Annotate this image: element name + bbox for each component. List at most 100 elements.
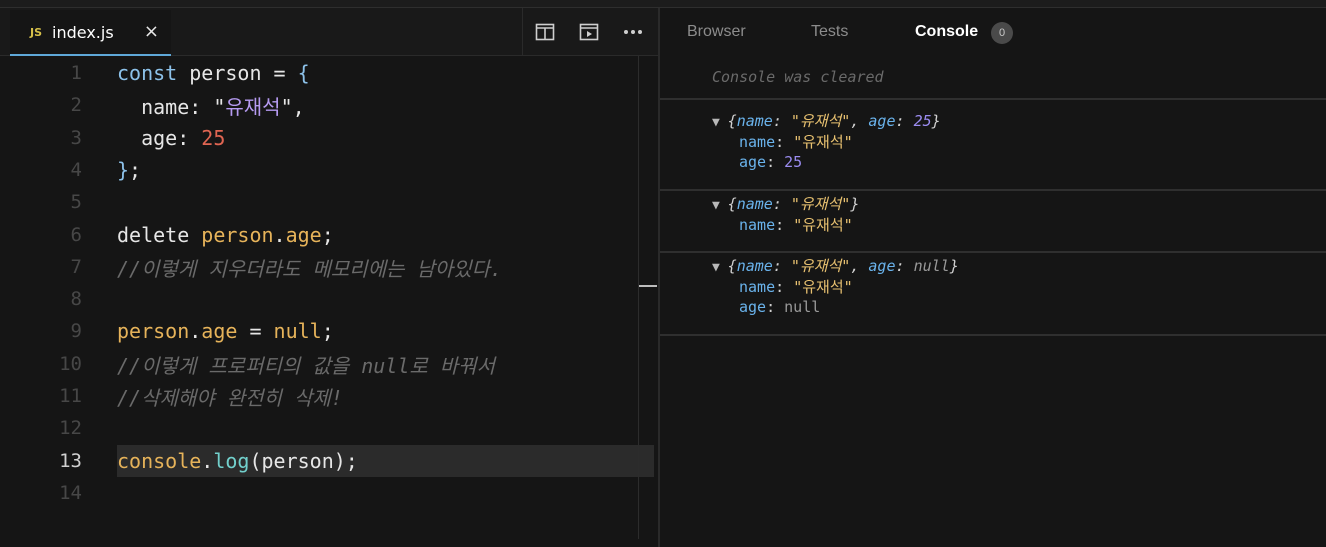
code-token: } [117, 158, 130, 182]
console-token: name [739, 216, 776, 234]
code-line[interactable]: 1 const person = { [0, 57, 656, 89]
console-token: : [775, 278, 794, 296]
code-token: //이렇게 지우더라도 메모리에는 남아있다. [117, 256, 503, 281]
code-line[interactable]: 12 [0, 412, 656, 444]
code-token: //삭제해야 완전히 삭제! [117, 385, 343, 410]
code-line[interactable]: 4}; [0, 154, 656, 186]
console-token: : [895, 257, 914, 275]
console-cleared-message: Console was cleared [712, 68, 884, 86]
code-line[interactable]: 6 delete person.age; [0, 219, 656, 251]
console-entry: ▼ {name: "유재석"} name: "유재석" [660, 191, 1326, 253]
console-token: null [784, 298, 821, 316]
expand-triangle-icon[interactable]: ▼ [712, 198, 728, 213]
code-token: person = [177, 61, 298, 85]
code-token: 유재석 [225, 94, 281, 119]
editor-actions [522, 8, 655, 56]
code-token: age [201, 319, 238, 343]
code-token: age: [117, 126, 202, 150]
expand-triangle-icon[interactable]: ▼ [712, 260, 728, 275]
console-entry-summary[interactable]: ▼ {name: "유재석"} [712, 193, 859, 214]
code-line[interactable]: 3 age: 25 [0, 122, 656, 154]
code-line[interactable]: 14 [0, 477, 656, 509]
console-entry-summary[interactable]: ▼ {name: "유재석", age: null} [712, 255, 959, 276]
code-line[interactable]: 9 person.age = null; [0, 315, 656, 347]
line-number: 11 [59, 385, 82, 407]
console-token: , [850, 257, 869, 275]
code-token: = [237, 319, 274, 343]
console-token: } [931, 112, 941, 130]
preview-icon[interactable] [567, 8, 611, 56]
code-line[interactable]: 11 //삭제해야 완전히 삭제! [0, 380, 656, 412]
console-token: : [766, 153, 785, 171]
code-token: null [273, 319, 322, 343]
line-number: 6 [70, 224, 82, 246]
code-token: name: [117, 94, 214, 119]
console-token: "유재석" [790, 195, 851, 213]
console-entry: ▼ {name: "유재석", age: null} name: "유재석" age… [660, 253, 1326, 336]
tab-filename: index.js [52, 22, 114, 42]
code-line[interactable]: 8 [0, 283, 656, 315]
console-token: } [949, 257, 959, 275]
console-token: : [772, 195, 791, 213]
code-line[interactable]: 10 //이렇게 프로퍼티의 값을 null로 바꿔서 [0, 348, 656, 380]
object-property-row: name: "유재석" [739, 276, 853, 297]
console-token: { [727, 112, 737, 130]
code-line[interactable]: 2 name: "유재석", [0, 89, 656, 121]
console-token: : [775, 133, 794, 151]
code-token: , [292, 94, 305, 119]
code-line[interactable]: 13 console.log(person); [0, 445, 656, 477]
console-entry-summary[interactable]: ▼ {name: "유재석", age: 25} [712, 110, 941, 131]
code-token: ; [321, 319, 334, 343]
object-property-row: age: null [739, 298, 820, 316]
console-token: name [736, 257, 773, 275]
line-number: 5 [70, 191, 82, 213]
code-text: person.age = null; [117, 319, 334, 343]
code-text: age: 25 [117, 126, 225, 150]
code-line[interactable]: 7 //이렇게 지우더라도 메모리에는 남아있다. [0, 251, 656, 283]
console-token: : [772, 257, 791, 275]
tab-console[interactable]: Console [915, 23, 978, 41]
code-token: " [213, 94, 226, 119]
console-token: name [739, 133, 776, 151]
close-tab-icon[interactable]: × [144, 22, 159, 42]
code-token: console [117, 449, 202, 473]
console-token: : [775, 216, 794, 234]
code-token: person [117, 319, 190, 343]
more-icon[interactable] [611, 8, 655, 56]
object-property-row: age: 25 [739, 153, 802, 171]
code-token: . [273, 223, 286, 247]
code-text: name: "유재석", [117, 91, 305, 120]
line-number: 14 [59, 482, 82, 504]
code-area[interactable]: 1 const person = {2 name: "유재석", 3 age: 25… [0, 57, 658, 547]
tab-index-js[interactable]: JS index.js × [10, 10, 171, 56]
console-separator [660, 98, 1326, 100]
line-number: 3 [70, 127, 82, 149]
tab-browser[interactable]: Browser [687, 23, 746, 41]
line-number: 4 [70, 159, 82, 181]
object-summary: {name: "유재석"} [728, 195, 860, 213]
line-number: 9 [70, 320, 82, 342]
editor-scrollbar-track[interactable] [638, 56, 639, 539]
line-number: 1 [70, 62, 82, 84]
line-number: 13 [59, 450, 82, 472]
console-token: "유재석" [793, 278, 853, 296]
code-token: (person); [249, 449, 358, 473]
console-token: "유재석" [793, 216, 853, 234]
console-token: , [850, 112, 869, 130]
tab-tests[interactable]: Tests [811, 23, 848, 41]
js-file-icon: JS [30, 25, 43, 39]
expand-triangle-icon[interactable]: ▼ [712, 115, 728, 130]
console-token: 25 [784, 153, 803, 171]
split-layout-icon[interactable] [523, 8, 567, 56]
code-token: ; [129, 158, 142, 182]
code-token: const [117, 61, 178, 85]
code-token: " [280, 94, 293, 119]
console-token: age [868, 112, 896, 130]
editor-scrollbar-marker[interactable] [639, 285, 657, 287]
code-text: console.log(person); [117, 449, 358, 473]
code-line[interactable]: 5 [0, 186, 656, 218]
console-separator [660, 334, 1326, 336]
console-token: : [766, 298, 785, 316]
console-token: age [739, 153, 767, 171]
console-token: name [739, 278, 776, 296]
